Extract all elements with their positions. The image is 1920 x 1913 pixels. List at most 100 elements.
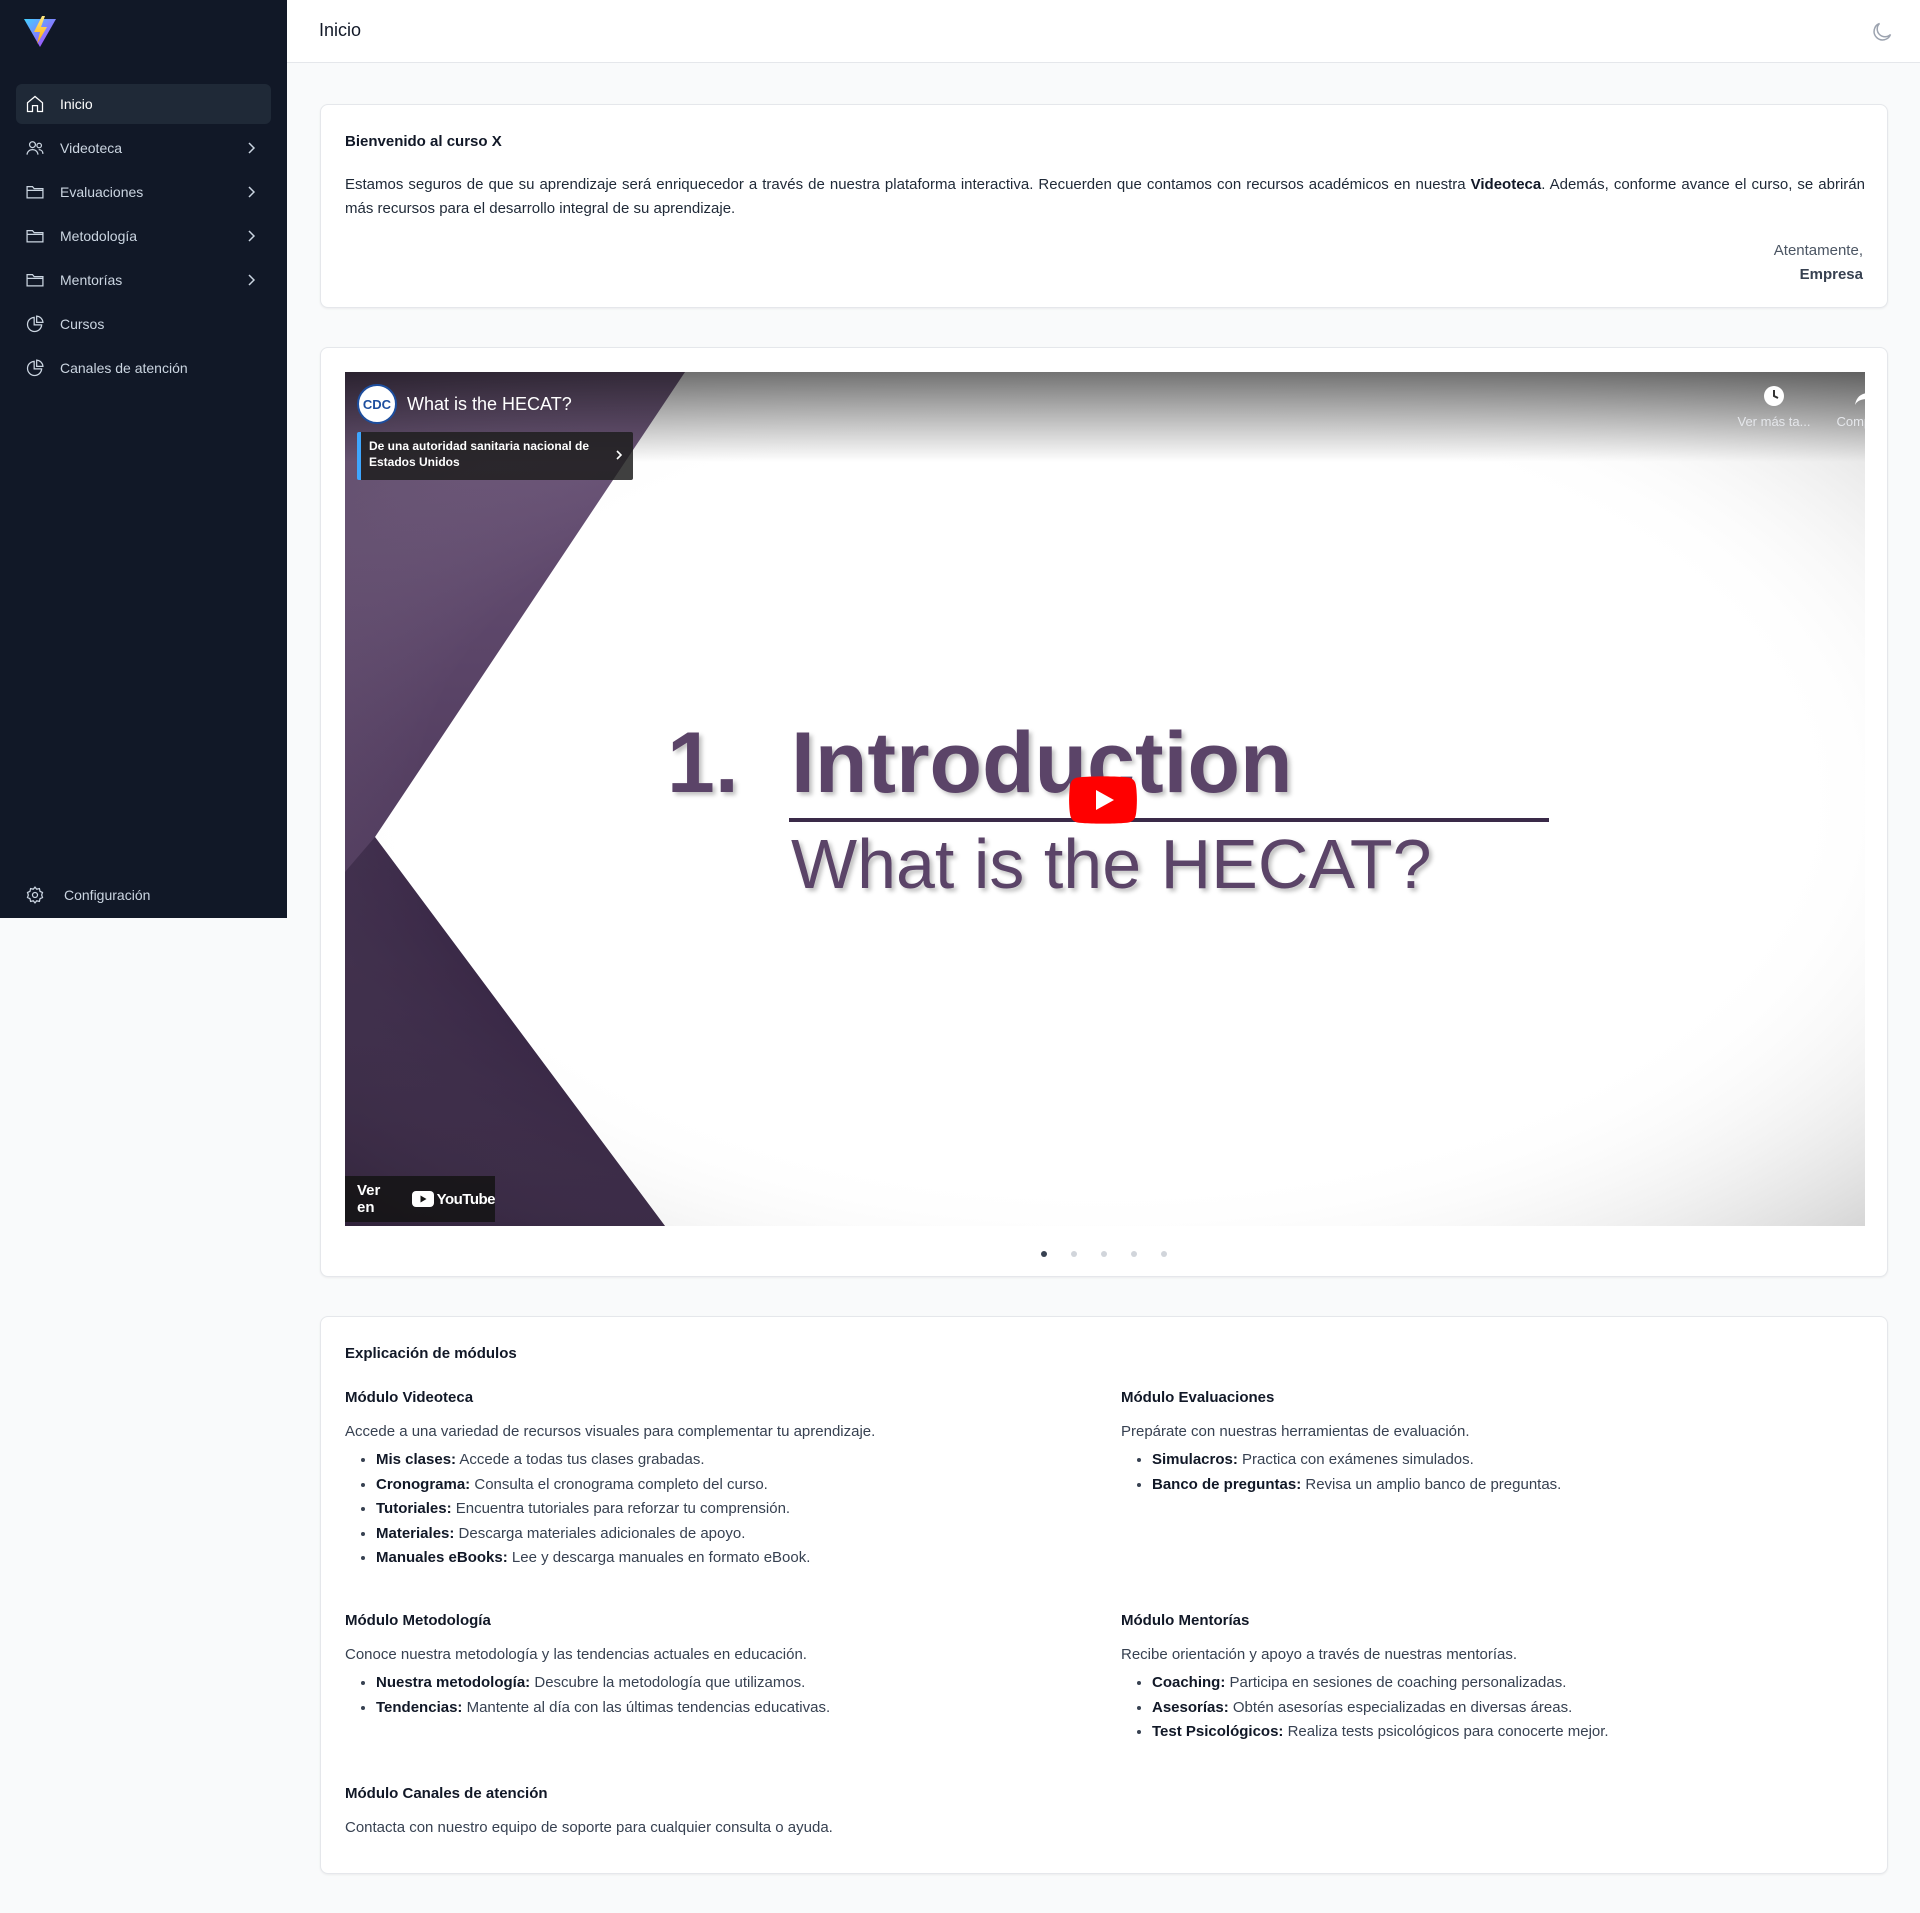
list-item-term: Mis clases: <box>376 1451 457 1468</box>
chevron-right-icon <box>248 230 256 242</box>
list-item-text: Consulta el cronograma completo del curs… <box>470 1475 768 1493</box>
play-button-icon[interactable] <box>1069 776 1137 824</box>
module-metodologia: Módulo Metodología Conoce nuestra metodo… <box>345 1612 1085 1720</box>
module-title: Módulo Videoteca <box>345 1389 474 1406</box>
modules-title: Explicación de módulos <box>345 1345 517 1362</box>
list-item-term: Tendencias: <box>376 1698 463 1716</box>
welcome-text-part1: Estamos seguros de que su aprendizaje se… <box>345 176 1471 193</box>
sidebar-item-canales[interactable]: Canales de atención <box>16 348 271 388</box>
list-item-text: Encuentra tutoriales para reforzar tu co… <box>451 1500 791 1517</box>
sidebar-item-label: Mentorías <box>60 272 123 288</box>
sidebar-item-label: Cursos <box>60 316 105 332</box>
info-panel[interactable]: De una autoridad sanitaria nacional de E… <box>357 432 633 480</box>
youtube-play-icon <box>411 1191 434 1207</box>
watch-later-label: Ver más ta... <box>1737 414 1811 429</box>
sidebar-item-videoteca[interactable]: Videoteca <box>16 128 271 168</box>
carousel-indicators <box>321 1244 1887 1262</box>
list-item-term: Manuales eBooks: <box>376 1549 508 1566</box>
module-list: Simulacros: Practica con exámenes simula… <box>1121 1448 1861 1497</box>
sidebar-item-cursos[interactable]: Cursos <box>16 304 271 344</box>
list-item-term: Simulacros: <box>1152 1451 1238 1468</box>
sidebar-item-inicio[interactable]: Inicio <box>16 84 271 124</box>
sidebar-item-mentorias[interactable]: Mentorías <box>16 260 271 300</box>
carousel-dot[interactable] <box>1101 1251 1107 1257</box>
gear-icon <box>26 886 44 904</box>
list-item: Tendencias: Mantente al día con las últi… <box>376 1696 1085 1721</box>
list-item-text: Descarga materiales adicionales de apoyo… <box>454 1524 746 1542</box>
chevron-right-icon <box>248 186 256 198</box>
info-panel-text: De una autoridad sanitaria nacional de E… <box>369 439 590 469</box>
module-mentorias: Módulo Mentorías Recibe orientación y ap… <box>1121 1612 1861 1745</box>
sidebar-item-configuracion[interactable]: Configuración <box>16 875 271 915</box>
share-arrow-icon <box>1855 393 1865 405</box>
signature-company: Empresa <box>1799 266 1863 283</box>
list-item-text: Mantente al día con las últimas tendenci… <box>462 1698 831 1716</box>
list-item: Tutoriales: Encuentra tutoriales para re… <box>376 1497 1085 1522</box>
page-title: Inicio <box>319 20 362 40</box>
module-description: Contacta con nuestro equipo de soporte p… <box>345 1819 833 1836</box>
watch-on-youtube-button[interactable]: Ver en YouTube <box>345 1176 496 1222</box>
slide-title: Introduction <box>791 715 1293 811</box>
module-title: Módulo Metodología <box>345 1612 491 1629</box>
list-item: Coaching: Participa en sesiones de coach… <box>1152 1671 1861 1696</box>
watch-later-button[interactable]: Ver más ta... <box>1729 384 1819 429</box>
users-icon <box>26 141 44 155</box>
pie-chart-icon <box>26 359 44 377</box>
list-item: Materiales: Descarga materiales adiciona… <box>376 1522 1085 1547</box>
sidebar-item-label: Inicio <box>60 96 93 112</box>
config-label: Configuración <box>64 887 151 903</box>
video-title[interactable]: What is the HECAT? <box>407 394 572 415</box>
list-item-text: Practica con exámenes simulados. <box>1237 1451 1474 1468</box>
welcome-text: Estamos seguros de que su aprendizaje se… <box>345 173 1865 221</box>
list-item: Nuestra metodología: Descubre la metodol… <box>376 1671 1085 1696</box>
module-list: Nuestra metodología: Descubre la metodol… <box>345 1671 1085 1720</box>
list-item-term: Asesorías: <box>1152 1698 1229 1716</box>
youtube-video-embed[interactable]: CDC What is the HECAT? De una autoridad … <box>345 372 1865 1226</box>
module-description: Conoce nuestra metodología y las tendenc… <box>345 1646 807 1663</box>
moon-icon[interactable] <box>1870 20 1894 44</box>
list-item-term: Nuestra metodología: <box>376 1674 531 1691</box>
sidebar-item-metodologia[interactable]: Metodología <box>16 216 271 256</box>
carousel-dot[interactable] <box>1041 1251 1047 1257</box>
top-bar: Inicio <box>287 0 1920 63</box>
sidebar: Inicio Videoteca Evaluaciones Metodologí… <box>0 0 287 918</box>
list-item: Asesorías: Obtén asesorías especializada… <box>1152 1696 1861 1721</box>
welcome-title: Bienvenido al curso X <box>345 133 502 150</box>
slide-subtitle: What is the HECAT? <box>791 825 1432 903</box>
welcome-text-bold: Videoteca <box>1470 176 1542 193</box>
carousel-dot[interactable] <box>1071 1251 1077 1257</box>
list-item: Cronograma: Consulta el cronograma compl… <box>376 1473 1085 1498</box>
list-item-term: Coaching: <box>1152 1674 1226 1691</box>
sidebar-item-label: Videoteca <box>60 140 123 156</box>
slide-divider <box>789 818 1549 822</box>
share-label: Compartir <box>1836 414 1865 429</box>
clock-icon <box>1764 386 1784 406</box>
sidebar-item-evaluaciones[interactable]: Evaluaciones <box>16 172 271 212</box>
chevron-right-icon <box>616 450 623 460</box>
share-button[interactable]: Compartir <box>1820 384 1865 429</box>
module-description: Recibe orientación y apoyo a través de n… <box>1121 1646 1518 1663</box>
list-item-text: Accede a todas tus clases grabadas. <box>456 1451 705 1468</box>
folder-icon <box>26 229 44 243</box>
module-title: Módulo Mentorías <box>1121 1612 1250 1629</box>
list-item: Simulacros: Practica con exámenes simula… <box>1152 1448 1861 1473</box>
slide-number: 1. <box>667 715 739 811</box>
carousel-dot[interactable] <box>1131 1251 1137 1257</box>
app-logo[interactable] <box>22 14 58 50</box>
list-item-text: Realiza tests psicológicos para conocert… <box>1283 1723 1609 1740</box>
channel-avatar[interactable]: CDC <box>357 384 397 424</box>
sidebar-item-label: Canales de atención <box>60 360 188 376</box>
signature: Atentamente, Empresa <box>1774 239 1863 287</box>
list-item: Mis clases: Accede a todas tus clases gr… <box>376 1448 1085 1473</box>
list-item-term: Cronograma: <box>376 1475 471 1493</box>
signature-closing: Atentamente, <box>1773 242 1863 259</box>
module-evaluaciones: Módulo Evaluaciones Prepárate con nuestr… <box>1121 1389 1861 1497</box>
list-item-term: Banco de preguntas: <box>1152 1475 1302 1493</box>
module-videoteca: Módulo Videoteca Accede a una variedad d… <box>345 1389 1085 1571</box>
list-item-text: Participa en sesiones de coaching person… <box>1225 1674 1567 1691</box>
chevron-right-icon <box>248 142 256 154</box>
carousel-dot[interactable] <box>1161 1251 1167 1257</box>
sidebar-item-label: Evaluaciones <box>60 184 144 200</box>
modules-card: Explicación de módulos Módulo Videoteca … <box>320 1316 1888 1874</box>
module-canales: Módulo Canales de atención Contacta con … <box>345 1785 1085 1844</box>
